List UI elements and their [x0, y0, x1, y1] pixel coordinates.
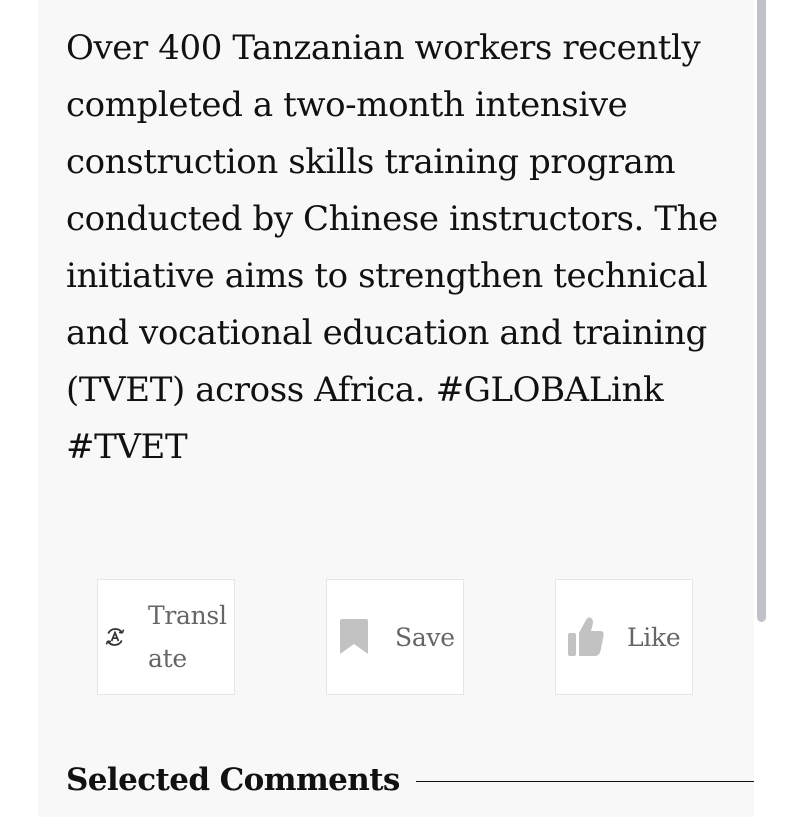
- comments-title: Selected Comments: [66, 762, 400, 798]
- translate-button[interactable]: Translate: [97, 579, 235, 695]
- save-button[interactable]: Save: [326, 579, 464, 695]
- comments-section-header: Selected Comments: [66, 754, 754, 806]
- scrollbar-thumb[interactable]: [757, 0, 766, 622]
- like-button[interactable]: Like: [555, 579, 693, 695]
- save-label: Save: [395, 622, 455, 652]
- translate-icon: [104, 626, 126, 648]
- bookmark-icon: [337, 618, 371, 656]
- article-body: Over 400 Tanzanian workers recently comp…: [66, 28, 718, 467]
- thumbs-up-icon: [567, 616, 605, 658]
- translate-label: Translate: [148, 601, 227, 673]
- divider: [415, 780, 754, 782]
- like-label: Like: [627, 622, 681, 652]
- scrollbar[interactable]: [754, 0, 768, 817]
